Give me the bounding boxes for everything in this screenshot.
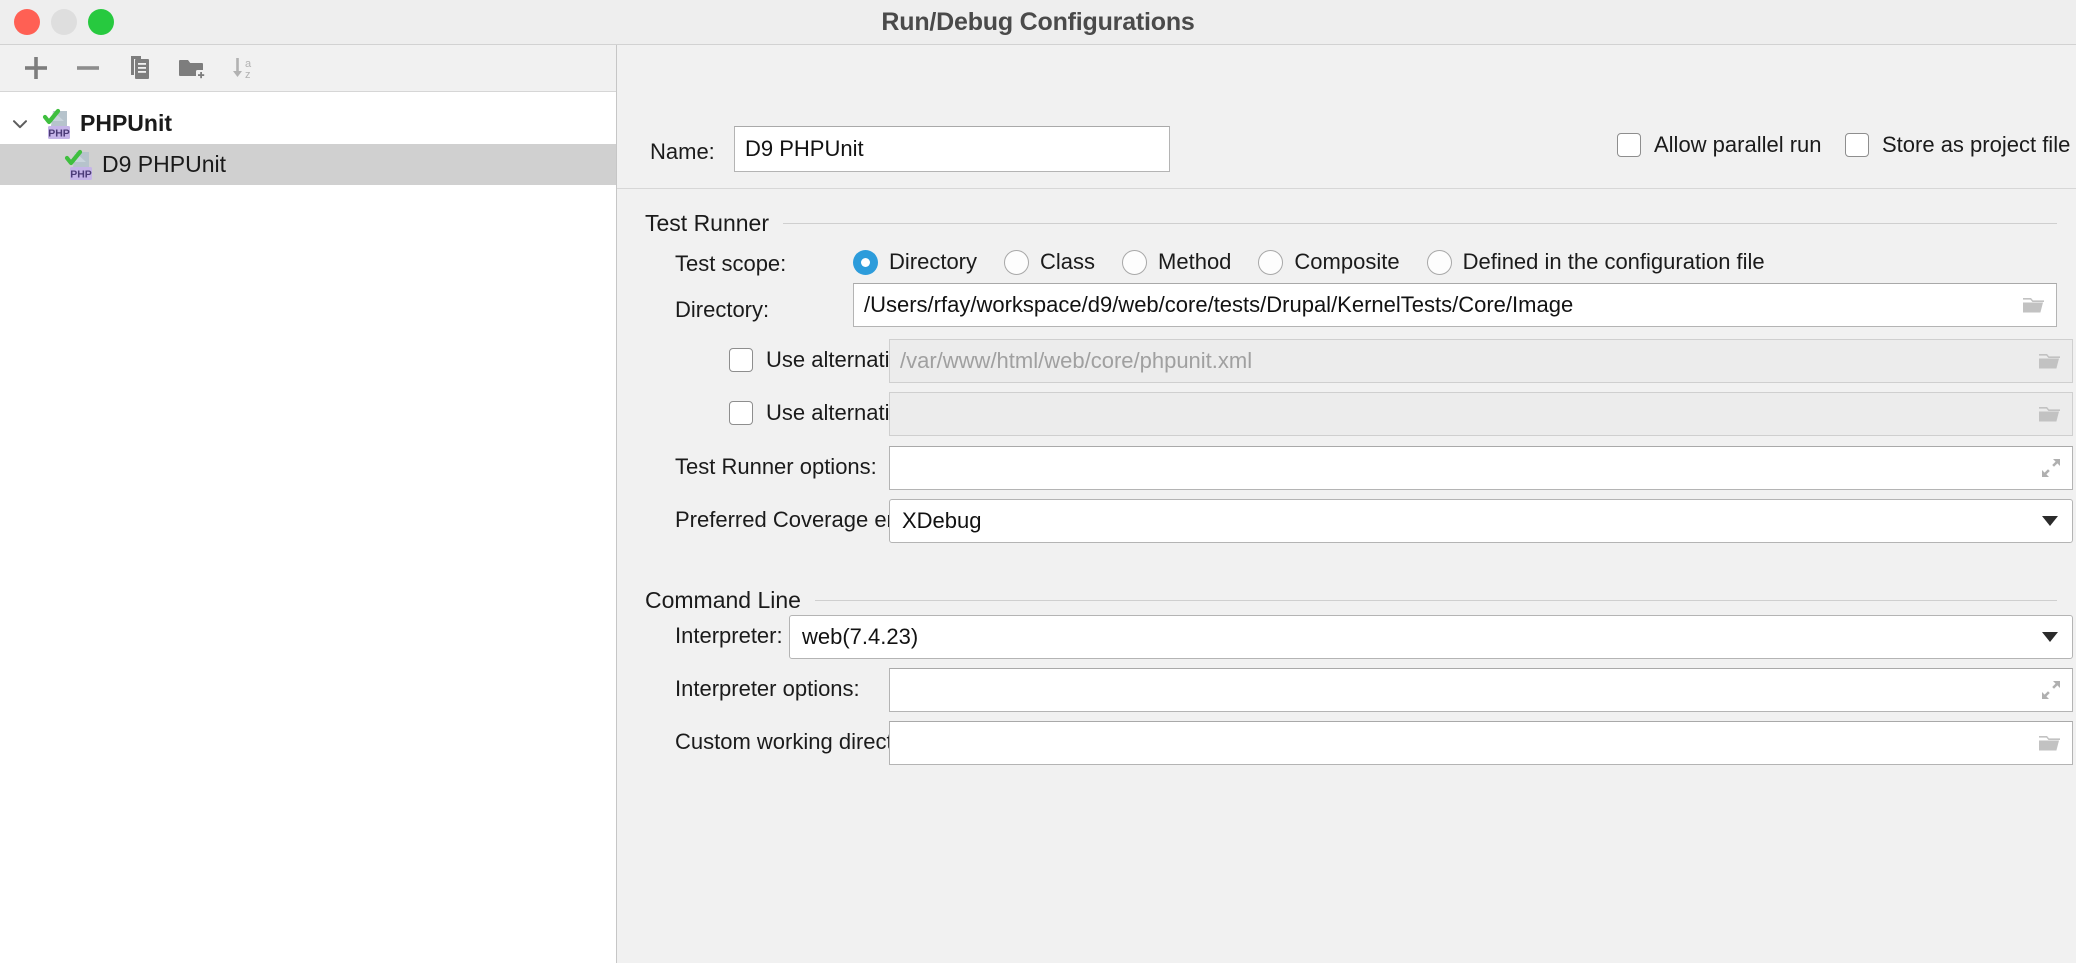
configurations-panel: a z PHP (0, 45, 617, 963)
radio-test-scope-composite[interactable]: Composite (1258, 249, 1399, 275)
radio-label: Method (1158, 249, 1231, 275)
allow-parallel-run-checkbox[interactable]: Allow parallel run (1617, 132, 1822, 158)
remove-configuration-button[interactable] (62, 46, 114, 90)
tree-item-phpunit-group[interactable]: PHP PHPUnit (0, 103, 616, 144)
interpreter-label: Interpreter: (675, 623, 783, 649)
radio-button[interactable] (1004, 250, 1029, 275)
expand-arrows-icon[interactable] (2039, 456, 2063, 480)
test-runner-options-label: Test Runner options: (675, 454, 877, 480)
test-scope-label: Test scope: (675, 251, 786, 277)
radio-test-scope-directory[interactable]: Directory (853, 249, 977, 275)
interpreter-options-input[interactable] (889, 668, 2073, 712)
add-configuration-button[interactable] (10, 46, 62, 90)
radio-label: Defined in the configuration file (1463, 249, 1765, 275)
directory-input-value: /Users/rfay/workspace/d9/web/core/tests/… (864, 292, 1573, 318)
checkbox-box[interactable] (1845, 133, 1869, 157)
custom-working-directory-input[interactable] (889, 721, 2073, 765)
test-runner-options-input[interactable] (889, 446, 2073, 490)
group-divider-line (815, 600, 2057, 601)
svg-text:z: z (245, 69, 251, 81)
chevron-down-icon[interactable] (0, 113, 40, 135)
name-input[interactable]: D9 PHPUnit (734, 126, 1170, 172)
interpreter-value: web (802, 624, 842, 650)
sort-configurations-button[interactable]: a z (218, 46, 270, 90)
store-as-project-file-checkbox[interactable]: Store as project file (1845, 132, 2076, 158)
test-scope-radio-group: Directory Class Method Composite Defined… (853, 249, 1792, 275)
tree-item-label: D9 PHPUnit (102, 151, 226, 178)
configurations-tree: PHP PHPUnit PHP D9 PHPUnit (0, 92, 616, 963)
directory-label: Directory: (675, 297, 769, 323)
tree-item-d9-phpunit[interactable]: PHP D9 PHPUnit (0, 144, 616, 185)
configurations-toolbar: a z (0, 45, 616, 92)
radio-button[interactable] (1427, 250, 1452, 275)
chevron-down-icon[interactable] (2042, 516, 2058, 526)
store-as-project-file-label: Store as project file (1882, 132, 2070, 158)
tree-item-label: PHPUnit (80, 110, 172, 137)
php-unit-icon: PHP (40, 107, 76, 141)
interpreter-version: (7.4.23) (842, 624, 918, 650)
radio-label: Directory (889, 249, 977, 275)
test-runner-group-title: Test Runner (645, 210, 783, 237)
radio-button[interactable] (1122, 250, 1147, 275)
interpreter-options-label: Interpreter options: (675, 676, 860, 702)
new-folder-button[interactable] (166, 46, 218, 90)
run-debug-configurations-window: Run/Debug Configurations (0, 0, 2076, 963)
header-divider (617, 188, 2076, 189)
radio-label: Composite (1294, 249, 1399, 275)
allow-parallel-run-label: Allow parallel run (1654, 132, 1822, 158)
svg-text:PHP: PHP (70, 168, 92, 180)
radio-button[interactable] (1258, 250, 1283, 275)
expand-arrows-icon[interactable] (2039, 678, 2063, 702)
checkbox-box[interactable] (729, 348, 753, 372)
name-input-value: D9 PHPUnit (745, 136, 864, 162)
interpreter-select[interactable]: web (7.4.23) (789, 615, 2073, 659)
title-bar: Run/Debug Configurations (0, 0, 2076, 45)
name-label: Name: (650, 139, 715, 165)
alternative-configuration-file-placeholder: /var/www/html/web/core/phpunit.xml (900, 348, 1252, 374)
command-line-group-header: Command Line (645, 587, 2057, 614)
svg-text:PHP: PHP (48, 127, 70, 139)
configuration-form: Name: D9 PHPUnit Allow parallel run Stor… (617, 45, 2076, 963)
preferred-coverage-engine-select[interactable]: XDebug (889, 499, 2073, 543)
directory-input[interactable]: /Users/rfay/workspace/d9/web/core/tests/… (853, 283, 2057, 327)
folder-browse-icon[interactable] (2037, 402, 2063, 426)
test-runner-group-header: Test Runner (645, 210, 2057, 237)
checkbox-box[interactable] (729, 401, 753, 425)
radio-test-scope-method[interactable]: Method (1122, 249, 1231, 275)
php-unit-icon: PHP (62, 148, 98, 182)
checkbox-box[interactable] (1617, 133, 1641, 157)
folder-browse-icon[interactable] (2037, 349, 2063, 373)
radio-button[interactable] (853, 250, 878, 275)
radio-label: Class (1040, 249, 1095, 275)
command-line-group-title: Command Line (645, 587, 815, 614)
window-title: Run/Debug Configurations (0, 0, 2076, 44)
folder-browse-icon[interactable] (2037, 731, 2063, 755)
chevron-down-icon[interactable] (2042, 632, 2058, 642)
folder-browse-icon[interactable] (2021, 293, 2047, 317)
radio-test-scope-class[interactable]: Class (1004, 249, 1095, 275)
radio-test-scope-defined-in-config[interactable]: Defined in the configuration file (1427, 249, 1765, 275)
copy-configuration-button[interactable] (114, 46, 166, 90)
group-divider-line (783, 223, 2057, 224)
alternative-configuration-file-input[interactable]: /var/www/html/web/core/phpunit.xml (889, 339, 2073, 383)
preferred-coverage-engine-value: XDebug (902, 508, 982, 534)
alternative-bootstrap-file-input[interactable] (889, 392, 2073, 436)
